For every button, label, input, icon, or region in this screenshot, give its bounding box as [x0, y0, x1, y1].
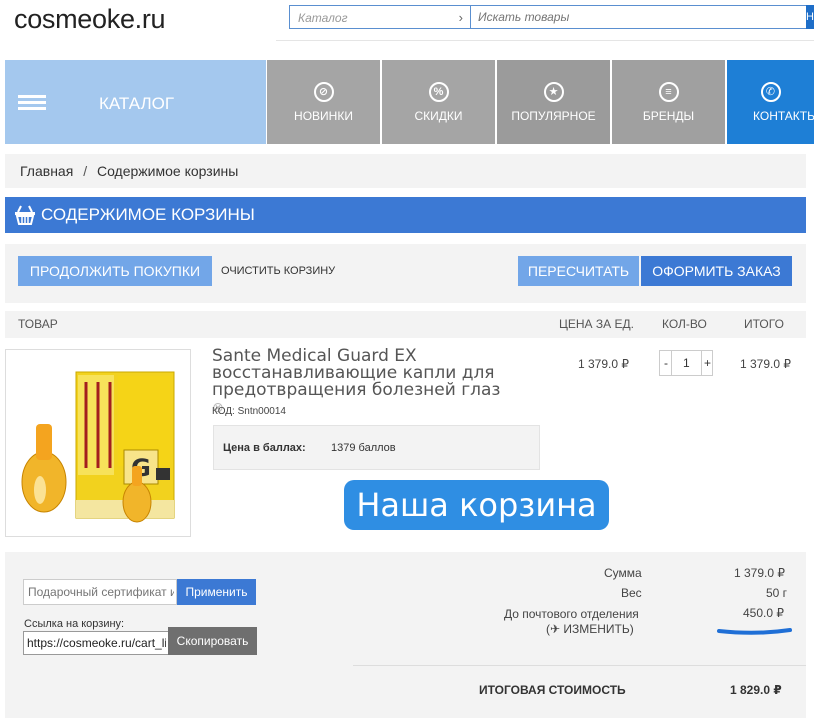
breadcrumb-current: Содержимое корзины [96, 163, 239, 179]
overlay-banner: Наша корзина [344, 480, 609, 530]
eye-drops-box-image: G [21, 371, 175, 523]
cart-link-label: Ссылка на корзину: [24, 618, 125, 630]
col-product: ТОВАР [18, 317, 58, 331]
page-title-bar: СОДЕРЖИМОЕ КОРЗИНЫ [5, 197, 806, 233]
percent-icon: % [428, 82, 449, 102]
nav-item-brands[interactable]: ≡ БРЕНДЫ [612, 60, 725, 144]
qty-divider [701, 351, 702, 375]
change-delivery-link[interactable]: (✈ ИЗМЕНИТЬ) [546, 622, 634, 636]
nav-item-discounts[interactable]: % СКИДКИ [382, 60, 495, 144]
col-total: ИТОГО [744, 317, 784, 331]
grand-total-label: ИТОГОВАЯ СТОИМОСТЬ [479, 683, 626, 697]
continue-shopping-button[interactable]: ПРОДОЛЖИТЬ ПОКУПКИ [18, 256, 212, 286]
breadcrumb: Главная / Содержимое корзины [5, 154, 806, 188]
nav-catalog-label: КАТАЛОГ [99, 94, 175, 113]
unit-price: 1 379.0 ₽ [578, 357, 630, 371]
post-label: До почтового отделения [504, 607, 639, 621]
tag-icon: ⊘ [313, 82, 334, 102]
nav-item-label: БРЕНДЫ [642, 109, 695, 123]
sum-label: Сумма [604, 566, 642, 580]
product-title-text: Sante Medical Guard EX восстанавливающие… [212, 346, 501, 400]
weight-label: Вес [621, 586, 642, 600]
col-price: ЦЕНА ЗА ЕД. [559, 317, 634, 331]
summary-divider [353, 665, 806, 666]
breadcrumb-home[interactable]: Главная [20, 163, 73, 179]
qty-plus-button[interactable]: + [704, 356, 711, 370]
weight-value: 50 г [766, 586, 788, 600]
clear-cart-link[interactable]: ОЧИСТИТЬ КОРЗИНУ [221, 265, 335, 277]
recalculate-button[interactable]: ПЕРЕСЧИТАТЬ [518, 256, 639, 286]
checkout-button[interactable]: ОФОРМИТЬ ЗАКАЗ [641, 256, 792, 286]
underline-annotation [717, 628, 792, 635]
catalog-select[interactable]: Каталог › [289, 5, 470, 29]
grand-total-value: 1 829.0 ₽ [730, 683, 782, 697]
breadcrumb-separator: / [83, 163, 88, 179]
gift-certificate-input[interactable] [23, 579, 177, 605]
qty-input[interactable]: 1 [683, 356, 690, 370]
nav-item-new[interactable]: ⊘ НОВИНКИ [267, 60, 380, 144]
product-image[interactable]: G [5, 349, 191, 537]
chevron-right-icon: › [458, 10, 463, 25]
points-label: Цена в баллах: [223, 442, 306, 454]
col-qty: КОЛ-ВО [662, 317, 707, 331]
sum-value: 1 379.0 ₽ [734, 566, 786, 580]
nav-item-popular[interactable]: ★ ПОПУЛЯРНОЕ [497, 60, 610, 144]
post-value: 450.0 ₽ [743, 606, 784, 620]
change-label: ✈ ИЗМЕНИТЬ) [550, 622, 634, 636]
nav-item-contacts[interactable]: ✆ КОНТАКТЫ [727, 60, 814, 144]
page-title: СОДЕРЖИМОЕ КОРЗИНЫ [41, 205, 255, 224]
nav-item-label: КОНТАКТЫ [753, 109, 814, 123]
cart-link-field[interactable] [23, 631, 169, 655]
site-logo[interactable]: cosmeoke.ru [14, 4, 166, 35]
product-code: КОД: Sntn00014 [212, 406, 286, 417]
basket-icon [15, 205, 35, 225]
points-value: 1379 баллов [331, 442, 396, 454]
phone-icon: ✆ [760, 82, 781, 102]
nav-item-label: СКИДКИ [414, 109, 463, 123]
nav-item-label: НОВИНКИ [294, 109, 353, 123]
table-header: ТОВАР ЦЕНА ЗА ЕД. КОЛ-ВО ИТОГО [5, 311, 806, 338]
nav-item-label: ПОПУЛЯРНОЕ [511, 109, 596, 123]
line-total: 1 379.0 ₽ [740, 357, 792, 371]
menu-icon [18, 95, 46, 111]
qty-minus-button[interactable]: - [664, 356, 668, 370]
points-price-box: Цена в баллах: 1379 баллов [213, 425, 540, 470]
nav-catalog[interactable]: КАТАЛОГ [5, 60, 266, 144]
apply-button[interactable]: Применить [177, 579, 256, 605]
copy-button[interactable]: Скопировать [168, 627, 257, 655]
list-icon: ≡ [658, 82, 679, 102]
search-button[interactable]: Н [806, 5, 814, 29]
qty-divider [671, 351, 672, 375]
quantity-stepper[interactable]: - 1 + [659, 350, 713, 376]
star-icon: ★ [543, 82, 564, 102]
search-input[interactable] [470, 5, 808, 29]
catalog-select-label: Каталог [298, 11, 348, 25]
